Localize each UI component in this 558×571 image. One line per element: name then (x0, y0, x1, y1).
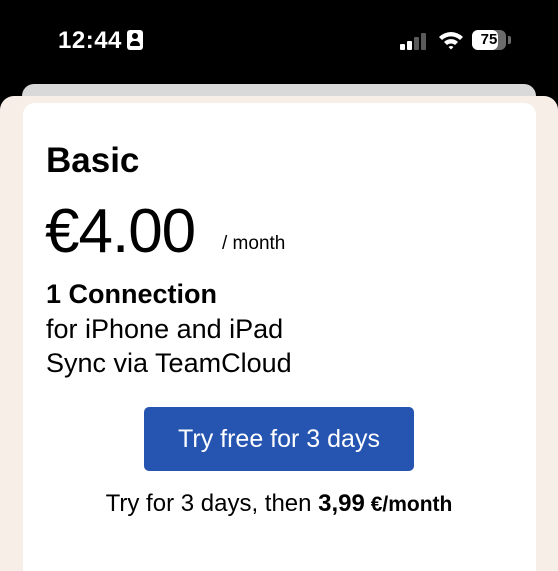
plan-period: / month (222, 233, 286, 254)
battery-percent: 75 (480, 31, 498, 48)
wifi-icon (439, 32, 463, 50)
plan-price: €4.00 (45, 197, 196, 266)
trial-note-amount: 3,99 (318, 490, 365, 517)
battery-tip-icon (508, 36, 511, 44)
status-time: 12:44 (58, 27, 122, 54)
try-free-button[interactable]: Try free for 3 days (144, 407, 414, 471)
contact-card-icon (127, 30, 143, 50)
trial-note: Try for 3 days, then 3,99 €/month (0, 490, 558, 518)
signal-icon (400, 32, 428, 50)
trial-note-unit: €/month (364, 493, 453, 516)
trial-note-prefix: Try for 3 days, then (105, 490, 319, 517)
feature-connections: 1 Connection (46, 279, 218, 309)
feature-devices: for iPhone and iPad (46, 314, 284, 344)
plan-name: Basic (46, 141, 140, 180)
battery-icon: 75 (472, 30, 506, 50)
feature-sync: Sync via TeamCloud (46, 348, 292, 378)
status-bar: 12:44 75 (0, 0, 558, 84)
